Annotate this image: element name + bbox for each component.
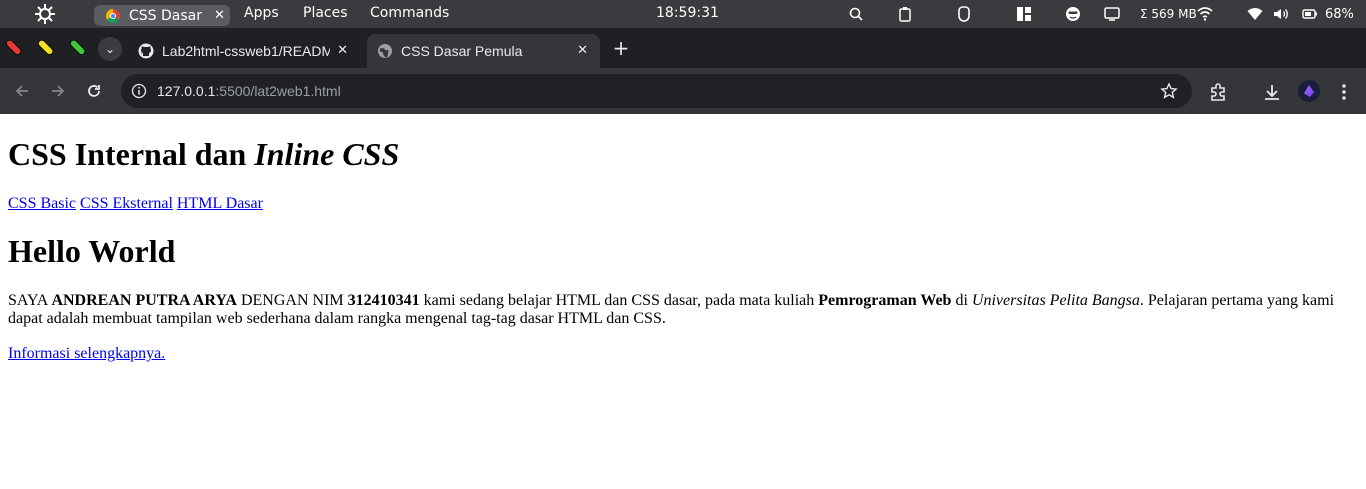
reload-icon[interactable]: [84, 81, 104, 101]
university-name: Universitas Pelita Bangsa: [971, 292, 1140, 309]
para-text: di: [951, 292, 972, 309]
clock[interactable]: 18:59:31: [656, 5, 719, 21]
system-top-bar: CSS Dasar ✕ Apps Places Commands 18:59:3…: [0, 0, 1366, 28]
close-icon[interactable]: ✕: [337, 42, 348, 58]
display-icon[interactable]: [1104, 6, 1120, 22]
tab-css-dasar-pemula[interactable]: CSS Dasar Pemula ✕: [367, 34, 600, 68]
wifi-icon[interactable]: [1247, 6, 1263, 22]
title-italic: Inline CSS: [254, 136, 400, 172]
close-icon[interactable]: ✕: [577, 42, 588, 58]
menu-apps[interactable]: Apps: [244, 5, 279, 21]
title-plain: CSS Internal dan: [8, 136, 255, 172]
extensions-puzzle-icon[interactable]: [1208, 82, 1228, 102]
chrome-icon: [106, 8, 120, 23]
course-name: Pemrograman Web: [818, 292, 952, 309]
link-html-dasar[interactable]: HTML Dasar: [177, 195, 263, 212]
para-text: kami sedang belajar HTML dan CSS dasar, …: [419, 292, 819, 309]
site-info-icon[interactable]: [131, 83, 147, 99]
globe-icon: [378, 44, 392, 58]
volume-icon[interactable]: [1273, 6, 1289, 22]
more-info: Informasi selengkapnya.: [8, 345, 165, 363]
github-icon: [138, 43, 154, 59]
link-css-eksternal[interactable]: CSS Eksternal: [80, 195, 173, 212]
battery-icon[interactable]: [1302, 6, 1318, 22]
forward-arrow-icon[interactable]: [48, 81, 68, 101]
address-bar[interactable]: 127.0.0.1:5500/lat2web1.html: [121, 74, 1192, 108]
web-page: CSS Internal dan Inline CSS CSS Basic CS…: [0, 115, 1366, 489]
tab-title: CSS Dasar Pemula: [401, 43, 523, 59]
profile-avatar[interactable]: [1298, 80, 1320, 102]
more-options-icon[interactable]: [1334, 82, 1354, 102]
chevron-down-icon: ⌄: [104, 42, 116, 56]
page-title: CSS Internal dan Inline CSS: [8, 136, 399, 173]
more-info-link[interactable]: Informasi selengkapnya.: [8, 345, 165, 362]
tiling-layout-icon[interactable]: [1016, 6, 1032, 22]
url-host: 127.0.0.1: [157, 83, 216, 99]
red-pill-extension-icon[interactable]: [4, 37, 24, 57]
student-name: ANDREAN PUTRA ARYA: [51, 292, 237, 309]
tab-search-dropdown[interactable]: ⌄: [98, 37, 122, 61]
link-css-basic[interactable]: CSS Basic: [8, 195, 76, 212]
green-pill-extension-icon[interactable]: [68, 37, 88, 57]
new-tab-button[interactable]: +: [611, 37, 631, 59]
yellow-pill-extension-icon[interactable]: [36, 37, 56, 57]
url-path: :5500/lat2web1.html: [215, 83, 341, 99]
clipboard-icon[interactable]: [897, 6, 913, 22]
hello-heading: Hello World: [8, 233, 176, 269]
round-window-icon[interactable]: [956, 6, 972, 22]
url-text[interactable]: 127.0.0.1:5500/lat2web1.html: [157, 83, 341, 99]
emoji-icon[interactable]: [1065, 6, 1081, 22]
tab-title: Lab2html-cssweb1/README: [162, 43, 330, 59]
download-icon[interactable]: [1262, 82, 1282, 102]
back-arrow-icon[interactable]: [12, 81, 32, 101]
tab-readme[interactable]: Lab2html-cssweb1/README ✕: [128, 34, 360, 68]
active-app-label: CSS Dasar: [129, 7, 202, 24]
search-icon[interactable]: [848, 6, 864, 22]
bookmark-star-icon[interactable]: [1160, 82, 1178, 100]
memory-usage[interactable]: Σ 569 MB: [1140, 4, 1197, 24]
close-icon[interactable]: ✕: [214, 8, 225, 23]
active-app-chip[interactable]: CSS Dasar ✕: [94, 5, 230, 26]
student-nim: 312410341: [347, 292, 420, 309]
page-nav: CSS Basic CSS Eksternal HTML Dasar: [8, 195, 263, 213]
intro-paragraph: SAYA ANDREAN PUTRA ARYA DENGAN NIM 31241…: [8, 292, 1348, 328]
para-text: DENGAN NIM: [236, 292, 348, 309]
para-text: SAYA: [8, 292, 52, 309]
network-icon[interactable]: [1197, 6, 1213, 22]
battery-percent[interactable]: 68%: [1325, 4, 1354, 24]
menu-commands[interactable]: Commands: [370, 5, 449, 21]
menu-places[interactable]: Places: [303, 5, 348, 21]
gear-logo-icon[interactable]: [32, 3, 58, 25]
